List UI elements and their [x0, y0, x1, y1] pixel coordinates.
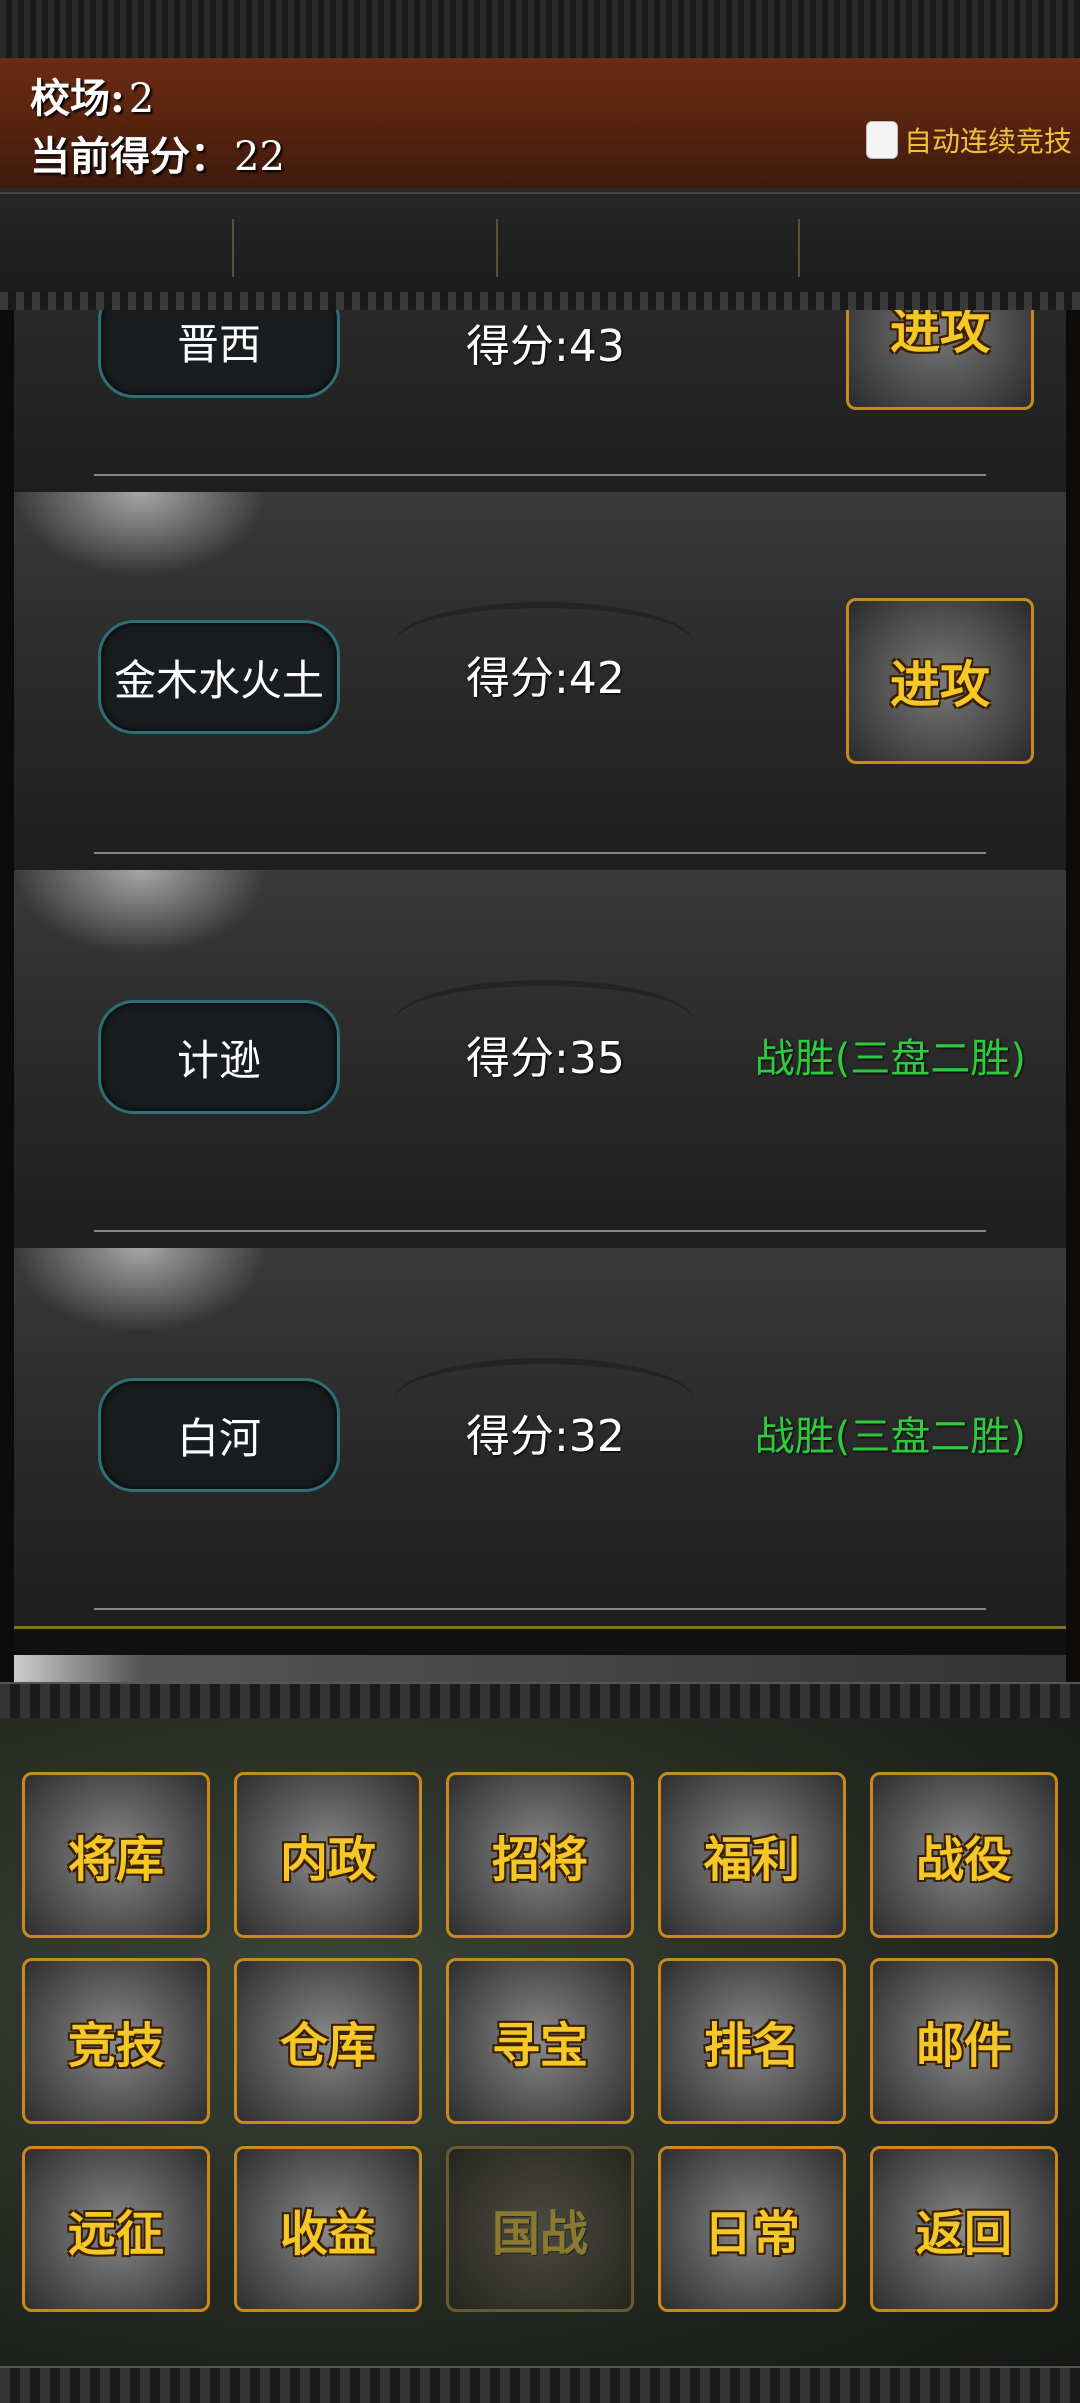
opponent-row: 白河 得分:32 战胜(三盘二胜)	[14, 1248, 1066, 1629]
menu-button-back[interactable]: 返回	[870, 2146, 1058, 2312]
arena-label: 校场:	[30, 75, 125, 122]
menu-button-nation-war[interactable]: 国战	[446, 2146, 634, 2312]
menu-button-income[interactable]: 收益	[234, 2146, 422, 2312]
opponent-name: 白河	[98, 1378, 340, 1492]
background-floor	[94, 1230, 986, 1232]
top-border	[0, 0, 1080, 61]
menu-button-ranking[interactable]: 排名	[658, 1958, 846, 2124]
tab-divider	[496, 219, 498, 277]
background-floor	[94, 1608, 986, 1610]
opponent-name: 计逊	[98, 1000, 340, 1114]
header-border	[0, 292, 1080, 310]
menu-button-domestic[interactable]: 内政	[234, 1772, 422, 1938]
opponent-row: 晋西 得分:43 进攻	[14, 310, 1066, 495]
arena-value: 2	[128, 76, 155, 122]
tab-divider	[798, 219, 800, 277]
opponent-row: 金木水火土 得分:42 进攻	[14, 492, 1066, 873]
main-menu: 将库 内政 招将 福利 战役 竞技 仓库 寻宝 排名 邮件 远征 收益 国战 日…	[0, 1718, 1080, 2366]
auto-compete-checkbox[interactable]	[865, 121, 898, 159]
attack-button[interactable]: 进攻	[846, 598, 1034, 764]
menu-border	[0, 1682, 1080, 1720]
score-label: 当前得分：	[30, 133, 230, 180]
menu-button-mail[interactable]: 邮件	[870, 1958, 1058, 2124]
menu-button-generals[interactable]: 将库	[22, 1772, 210, 1938]
score-value: 22	[234, 134, 285, 180]
menu-button-arena[interactable]: 竞技	[22, 1958, 210, 2124]
arena-header: 校场: 2 当前得分： 22 自动连续竞技	[0, 58, 1080, 192]
auto-compete-toggle[interactable]: 自动连续竞技	[865, 120, 1072, 160]
arena-level: 校场: 2	[30, 66, 154, 124]
battle-result: 战胜(三盘二胜)	[754, 1414, 1026, 1460]
opponent-score: 得分:43	[466, 321, 625, 372]
battle-result: 战胜(三盘二胜)	[754, 1036, 1026, 1082]
current-score: 当前得分： 22	[30, 124, 285, 182]
opponent-name: 金木水火土	[98, 620, 340, 734]
menu-button-warehouse[interactable]: 仓库	[234, 1958, 422, 2124]
opponent-row: 计逊 得分:35 战胜(三盘二胜)	[14, 870, 1066, 1251]
opponent-score: 得分:32	[466, 1411, 625, 1462]
opponent-score: 得分:42	[466, 653, 625, 704]
tab-divider	[232, 219, 234, 277]
menu-button-welfare[interactable]: 福利	[658, 1772, 846, 1938]
next-row-peek	[14, 1655, 1066, 1682]
opponent-name: 晋西	[98, 310, 340, 398]
menu-button-recruit[interactable]: 招将	[446, 1772, 634, 1938]
auto-compete-label[interactable]: 自动连续竞技	[904, 120, 1072, 160]
menu-button-daily[interactable]: 日常	[658, 2146, 846, 2312]
opponent-list[interactable]: 晋西 得分:43 进攻 金木水火土 得分:42 进攻 计逊 得分:35 战胜(三…	[14, 310, 1066, 1682]
menu-button-treasure[interactable]: 寻宝	[446, 1958, 634, 2124]
menu-button-campaign[interactable]: 战役	[870, 1772, 1058, 1938]
tab-bar	[0, 192, 1080, 296]
menu-button-expedition[interactable]: 远征	[22, 2146, 210, 2312]
background-floor	[94, 474, 986, 476]
attack-button[interactable]: 进攻	[846, 310, 1034, 410]
opponent-score: 得分:35	[466, 1033, 625, 1084]
bottom-border	[0, 2366, 1080, 2403]
background-floor	[94, 852, 986, 854]
